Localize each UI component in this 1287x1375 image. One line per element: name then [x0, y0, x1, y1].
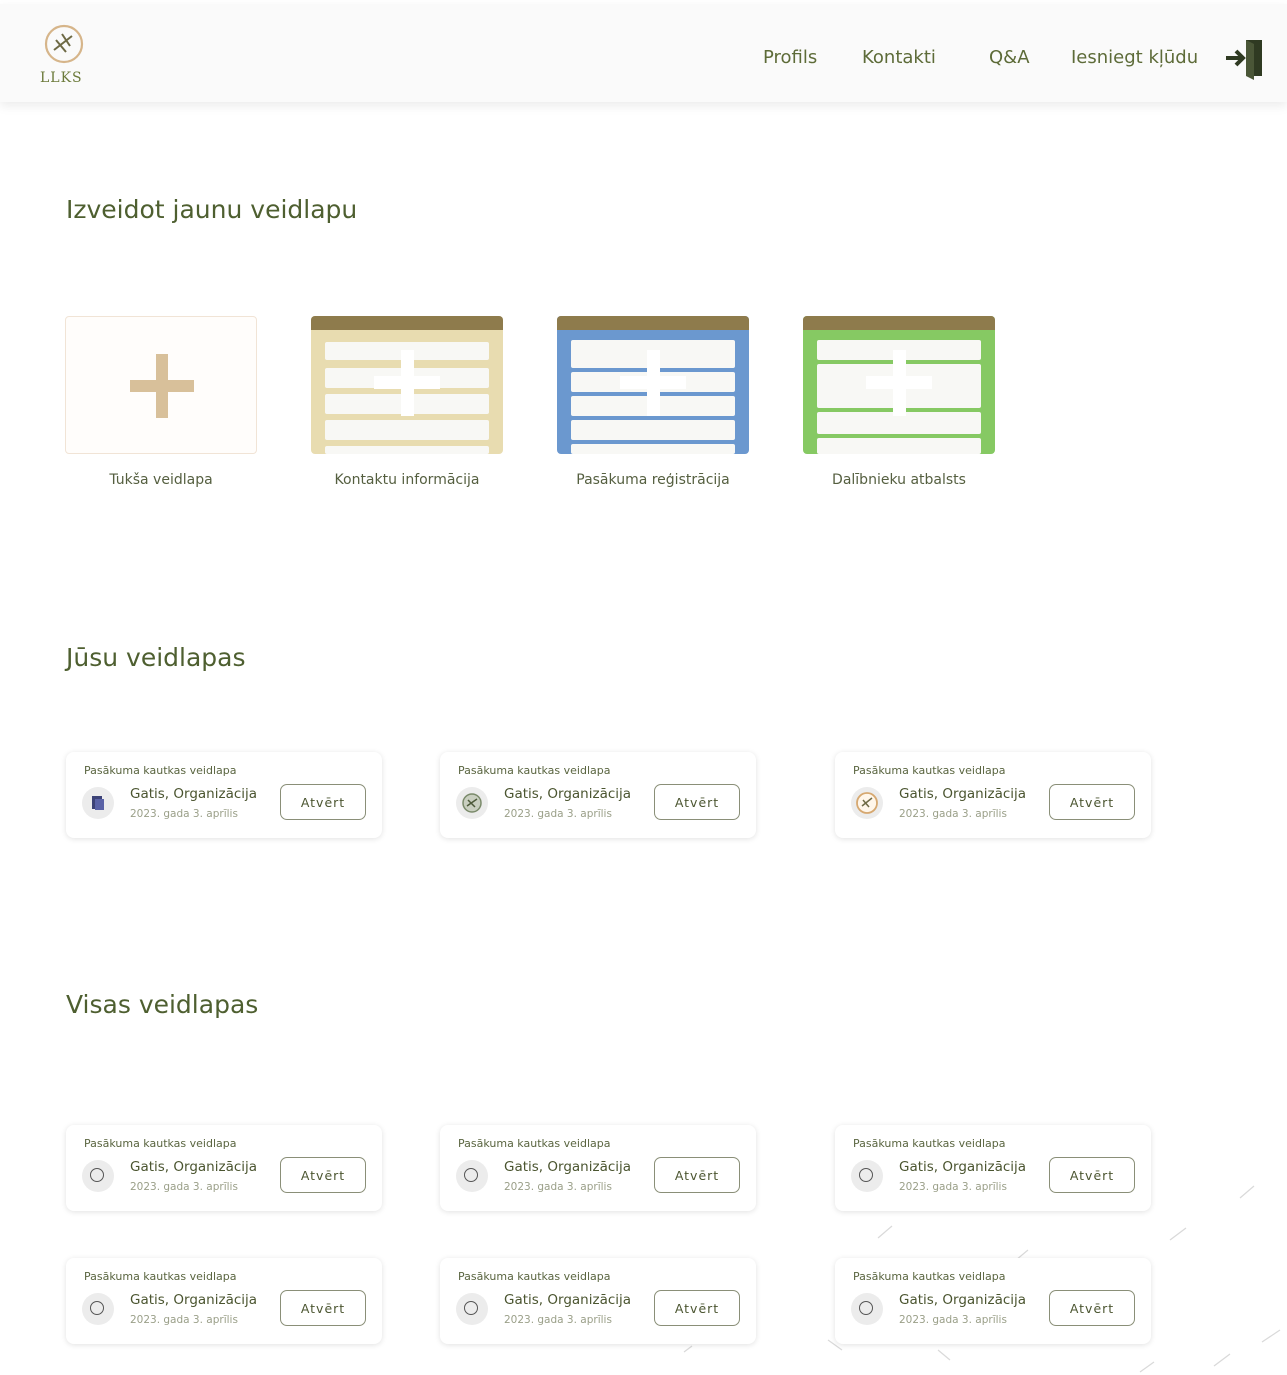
- form-card-title: Pasākuma kautkas veidlapa: [84, 1270, 237, 1283]
- template-participant-support[interactable]: Dalībnieku atbalsts: [803, 316, 995, 488]
- form-card-author: Gatis, Organizācija: [899, 786, 1027, 802]
- avatar: [82, 1293, 114, 1325]
- form-card-date: 2023. gada 3. aprīlis: [504, 1314, 612, 1326]
- template-contact-thumbnail: [311, 316, 503, 454]
- template-label: Kontaktu informācija: [334, 472, 480, 488]
- create-section-title: Izveidot jaunu veidlapu: [66, 195, 358, 224]
- llks-logo[interactable]: LLKS: [38, 24, 90, 88]
- form-card-title: Pasākuma kautkas veidlapa: [84, 764, 237, 777]
- nav-report-bug[interactable]: Iesniegt kļūdu: [1071, 47, 1198, 68]
- emblem-icon: [462, 793, 482, 813]
- template-support-thumbnail: [803, 316, 995, 454]
- form-card: Pasākuma kautkas veidlapa Gatis, Organiz…: [440, 752, 756, 838]
- circle-icon: [859, 1168, 873, 1182]
- your-forms-title: Jūsu veidlapas: [66, 643, 246, 672]
- form-card: Pasākuma kautkas veidlapa Gatis, Organiz…: [835, 1125, 1151, 1211]
- logo-icon: [856, 792, 878, 814]
- form-card-title: Pasākuma kautkas veidlapa: [853, 1270, 1006, 1283]
- nav-profile[interactable]: Profils: [763, 47, 817, 68]
- template-blank[interactable]: Tukša veidlapa: [65, 316, 257, 488]
- form-card-date: 2023. gada 3. aprīlis: [504, 808, 612, 820]
- open-button[interactable]: Atvērt: [1049, 784, 1135, 820]
- form-card-date: 2023. gada 3. aprīlis: [130, 1181, 238, 1193]
- form-card: Pasākuma kautkas veidlapa Gatis, Organiz…: [66, 1258, 382, 1344]
- open-button[interactable]: Atvērt: [1049, 1290, 1135, 1326]
- open-button[interactable]: Atvērt: [654, 784, 740, 820]
- avatar: [456, 787, 488, 819]
- form-card-author: Gatis, Organizācija: [130, 1159, 258, 1175]
- template-event-registration[interactable]: Pasākuma reģistrācija: [557, 316, 749, 488]
- form-card: Pasākuma kautkas veidlapa Gatis, Organiz…: [440, 1258, 756, 1344]
- circle-icon: [464, 1301, 478, 1315]
- form-card-author: Gatis, Organizācija: [504, 1292, 632, 1308]
- form-card: Pasākuma kautkas veidlapa Gatis, Organiz…: [835, 752, 1151, 838]
- form-card-date: 2023. gada 3. aprīlis: [899, 1181, 1007, 1193]
- nav-qa[interactable]: Q&A: [989, 47, 1030, 68]
- form-card: Pasākuma kautkas veidlapa Gatis, Organiz…: [66, 1125, 382, 1211]
- template-contact-info[interactable]: Kontaktu informācija: [311, 316, 503, 488]
- all-forms-title: Visas veidlapas: [66, 990, 259, 1019]
- avatar: [456, 1293, 488, 1325]
- circle-icon: [90, 1168, 104, 1182]
- form-card: Pasākuma kautkas veidlapa Gatis, Organiz…: [66, 752, 382, 838]
- avatar: [82, 787, 114, 819]
- form-card-author: Gatis, Organizācija: [130, 1292, 258, 1308]
- form-card-title: Pasākuma kautkas veidlapa: [84, 1137, 237, 1150]
- form-card-title: Pasākuma kautkas veidlapa: [458, 764, 611, 777]
- form-card-author: Gatis, Organizācija: [504, 1159, 632, 1175]
- avatar: [851, 1293, 883, 1325]
- form-card-author: Gatis, Organizācija: [899, 1292, 1027, 1308]
- form-card-title: Pasākuma kautkas veidlapa: [458, 1137, 611, 1150]
- form-card-author: Gatis, Organizācija: [130, 786, 258, 802]
- open-button[interactable]: Atvērt: [280, 1157, 366, 1193]
- avatar: [851, 1160, 883, 1192]
- open-button[interactable]: Atvērt: [654, 1290, 740, 1326]
- form-card-date: 2023. gada 3. aprīlis: [899, 1314, 1007, 1326]
- nav-contacts[interactable]: Kontakti: [862, 47, 936, 68]
- logo-emblem-icon: [44, 24, 84, 64]
- logout-button[interactable]: [1224, 36, 1268, 80]
- template-label: Tukša veidlapa: [109, 472, 213, 488]
- open-button[interactable]: Atvērt: [280, 1290, 366, 1326]
- circle-icon: [90, 1301, 104, 1315]
- avatar: [82, 1160, 114, 1192]
- template-label: Pasākuma reģistrācija: [576, 472, 730, 488]
- form-card-date: 2023. gada 3. aprīlis: [130, 808, 238, 820]
- form-card-author: Gatis, Organizācija: [504, 786, 632, 802]
- form-card-date: 2023. gada 3. aprīlis: [899, 808, 1007, 820]
- form-card-title: Pasākuma kautkas veidlapa: [458, 1270, 611, 1283]
- open-button[interactable]: Atvērt: [1049, 1157, 1135, 1193]
- form-card: Pasākuma kautkas veidlapa Gatis, Organiz…: [835, 1258, 1151, 1344]
- document-icon: [92, 796, 104, 810]
- circle-icon: [859, 1301, 873, 1315]
- form-card-date: 2023. gada 3. aprīlis: [504, 1181, 612, 1193]
- form-card-author: Gatis, Organizācija: [899, 1159, 1027, 1175]
- template-blank-thumbnail: [65, 316, 257, 454]
- form-card-title: Pasākuma kautkas veidlapa: [853, 1137, 1006, 1150]
- top-navbar: LLKS Profils Kontakti Q&A Iesniegt kļūdu: [0, 4, 1287, 102]
- logo-text: LLKS: [40, 70, 83, 86]
- circle-icon: [464, 1168, 478, 1182]
- open-button[interactable]: Atvērt: [654, 1157, 740, 1193]
- form-card-title: Pasākuma kautkas veidlapa: [853, 764, 1006, 777]
- avatar: [851, 787, 883, 819]
- form-card-date: 2023. gada 3. aprīlis: [130, 1314, 238, 1326]
- template-event-thumbnail: [557, 316, 749, 454]
- template-label: Dalībnieku atbalsts: [832, 472, 966, 488]
- form-card: Pasākuma kautkas veidlapa Gatis, Organiz…: [440, 1125, 756, 1211]
- open-button[interactable]: Atvērt: [280, 784, 366, 820]
- logout-icon: [1226, 40, 1262, 80]
- avatar: [456, 1160, 488, 1192]
